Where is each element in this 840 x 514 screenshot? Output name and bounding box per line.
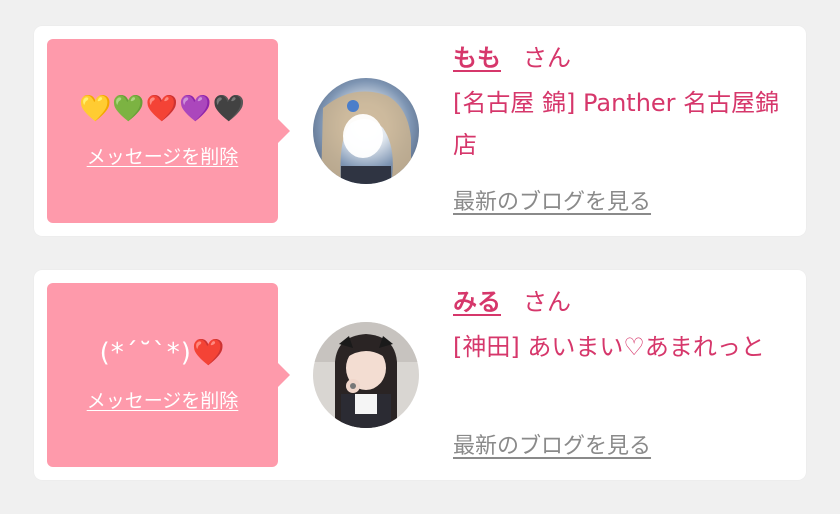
delete-message-link[interactable]: メッセージを削除 — [87, 142, 239, 169]
name-row: もも さん — [453, 40, 793, 76]
honorific: さん — [523, 44, 571, 72]
honorific: さん — [523, 288, 571, 316]
latest-blog-link[interactable]: 最新のブログを見る — [453, 184, 651, 216]
latest-blog-link[interactable]: 最新のブログを見る — [453, 428, 651, 460]
message-card: 💛💚❤️💜🖤 メッセージを削除 もも さん [名古屋 錦] Panther 名古… — [34, 26, 806, 236]
sender-info: みる さん [神田] あいまい♡あまれっと — [453, 284, 793, 368]
message-bubble: 💛💚❤️💜🖤 メッセージを削除 — [47, 39, 290, 223]
shop-name: [名古屋 錦] Panther 名古屋錦店 — [453, 89, 780, 159]
name-row: みる さん — [453, 284, 793, 320]
avatar[interactable] — [313, 78, 419, 184]
delete-message-link[interactable]: メッセージを削除 — [87, 386, 239, 413]
message-card: (*´˘`*)❤️ メッセージを削除 みるさん [神田] あいまい♡あまれっと — [34, 270, 806, 480]
message-bubble: (*´˘`*)❤️ メッセージを削除 — [47, 283, 290, 467]
sender-name-link[interactable]: みる — [453, 288, 501, 316]
sender-name-link[interactable]: もも — [453, 44, 501, 72]
message-text: (*´˘`*)❤️ — [99, 337, 226, 368]
sender-info: もも さん [名古屋 錦] Panther 名古屋錦店 — [453, 40, 793, 166]
message-list: 💛💚❤️💜🖤 メッセージを削除 もも さん [名古屋 錦] Panther 名古… — [34, 26, 806, 514]
message-text: 💛💚❤️💜🖤 — [79, 93, 246, 124]
avatar[interactable] — [313, 322, 419, 428]
shop-name: [神田] あいまい♡あまれっと — [453, 333, 765, 361]
